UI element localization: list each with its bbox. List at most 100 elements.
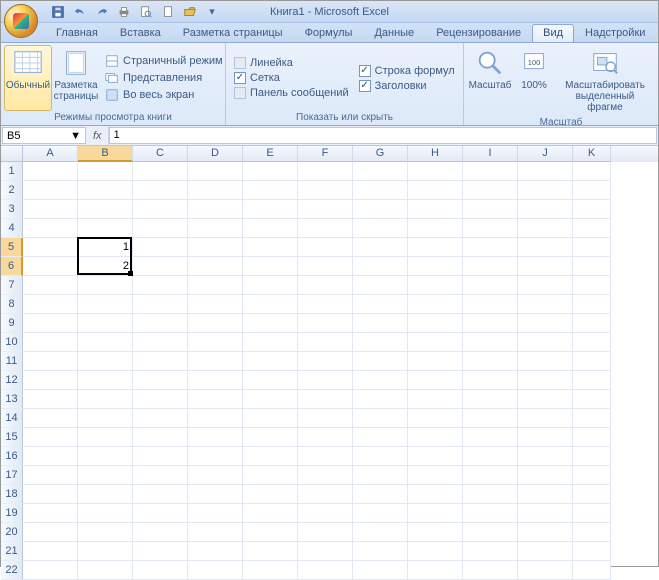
cell[interactable] [408,428,463,447]
cell[interactable] [23,295,78,314]
cell[interactable] [408,447,463,466]
cell[interactable] [133,162,188,181]
cell[interactable] [408,181,463,200]
cell[interactable] [23,371,78,390]
cell[interactable] [78,200,133,219]
cell[interactable] [133,333,188,352]
cell[interactable] [23,352,78,371]
cell[interactable] [353,181,408,200]
cell[interactable] [353,542,408,561]
cell[interactable] [518,390,573,409]
row-header[interactable]: 22 [1,561,23,580]
cell[interactable] [518,276,573,295]
cell[interactable] [78,390,133,409]
cell[interactable] [463,523,518,542]
preview-icon[interactable] [137,3,155,21]
cell[interactable] [408,295,463,314]
col-header[interactable]: I [463,146,518,162]
cell[interactable] [243,466,298,485]
row-header[interactable]: 11 [1,352,23,371]
cell[interactable] [518,352,573,371]
col-header[interactable]: E [243,146,298,162]
cell[interactable] [23,314,78,333]
cell[interactable] [23,523,78,542]
cell[interactable] [188,276,243,295]
row-header[interactable]: 18 [1,485,23,504]
cell[interactable] [408,333,463,352]
cell[interactable] [78,162,133,181]
cell[interactable] [78,219,133,238]
cell[interactable] [298,333,353,352]
office-button[interactable] [4,4,38,38]
cell[interactable] [298,542,353,561]
cell[interactable] [518,561,573,580]
cell[interactable] [573,276,611,295]
cell[interactable] [573,238,611,257]
cell[interactable] [243,219,298,238]
cell[interactable] [243,504,298,523]
cell[interactable] [573,409,611,428]
col-header[interactable]: K [573,146,611,162]
cell[interactable] [188,295,243,314]
cell[interactable] [573,485,611,504]
tab-view[interactable]: Вид [532,24,574,42]
cell[interactable] [23,561,78,580]
cell[interactable] [463,333,518,352]
zoom-selection-button[interactable]: Масштабировать выделенный фрагме [555,45,655,116]
cell[interactable] [78,295,133,314]
cell[interactable] [243,295,298,314]
cell[interactable] [518,333,573,352]
cell[interactable] [518,447,573,466]
cell[interactable] [23,238,78,257]
cell[interactable] [243,371,298,390]
cell[interactable] [133,238,188,257]
cell[interactable] [408,371,463,390]
custom-views-button[interactable]: Представления [102,70,226,86]
cell[interactable] [408,314,463,333]
cell[interactable] [298,390,353,409]
undo-icon[interactable] [71,3,89,21]
cell[interactable] [188,181,243,200]
cell[interactable] [353,352,408,371]
tab-review[interactable]: Рецензирование [425,24,532,42]
cell[interactable] [353,561,408,580]
cell[interactable] [188,162,243,181]
name-box[interactable]: B5 ▼ [2,127,86,144]
cell[interactable] [78,276,133,295]
cell[interactable] [573,314,611,333]
cell[interactable] [518,314,573,333]
cell[interactable] [243,390,298,409]
row-header[interactable]: 12 [1,371,23,390]
cell[interactable] [518,428,573,447]
row-header[interactable]: 7 [1,276,23,295]
cell[interactable] [133,447,188,466]
cell[interactable] [133,200,188,219]
cell[interactable] [518,162,573,181]
cell[interactable] [23,181,78,200]
cell[interactable] [463,371,518,390]
page-layout-button[interactable]: Разметка страницы [52,45,100,111]
qat-dropdown-icon[interactable]: ▾ [203,3,221,21]
cell[interactable] [133,257,188,276]
cell[interactable] [353,276,408,295]
cell[interactable] [23,333,78,352]
col-header[interactable]: A [23,146,78,162]
cell[interactable] [408,276,463,295]
cell[interactable] [298,466,353,485]
row-header[interactable]: 21 [1,542,23,561]
cell[interactable] [188,200,243,219]
redo-icon[interactable] [93,3,111,21]
cell[interactable] [188,523,243,542]
cell[interactable] [298,409,353,428]
cell[interactable] [298,181,353,200]
cell[interactable] [133,428,188,447]
grid-check[interactable]: Сетка [231,71,352,85]
cell[interactable] [243,523,298,542]
headings-check[interactable]: Заголовки [356,79,458,93]
cell[interactable] [188,371,243,390]
row-header[interactable]: 13 [1,390,23,409]
cell[interactable] [243,447,298,466]
cell[interactable] [133,561,188,580]
row-header[interactable]: 15 [1,428,23,447]
cell[interactable] [243,238,298,257]
